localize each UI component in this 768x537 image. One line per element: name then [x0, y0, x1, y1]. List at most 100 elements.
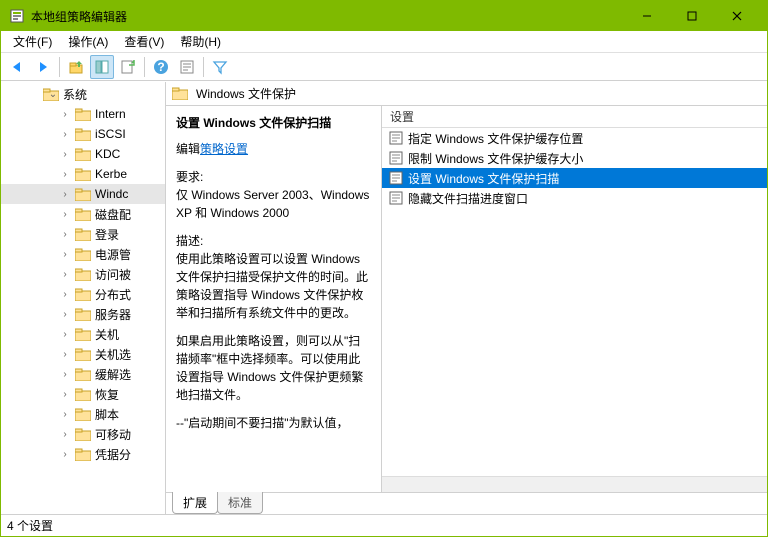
tree-item[interactable]: › 脚本 [1, 404, 165, 424]
expand-icon[interactable]: › [59, 129, 71, 140]
separator [203, 57, 204, 77]
tree-label: 凭据分 [95, 446, 131, 463]
tree-item-system[interactable]: ⌄ 系统 [1, 84, 165, 104]
folder-icon [75, 247, 91, 261]
expand-icon[interactable]: › [59, 169, 71, 180]
tree-item[interactable]: ›登录 [1, 224, 165, 244]
window-title: 本地组策略编辑器 [31, 8, 624, 25]
expand-icon[interactable]: › [59, 109, 71, 120]
expand-icon[interactable]: › [59, 249, 71, 260]
folder-icon [75, 147, 91, 161]
policy-icon [388, 130, 404, 146]
expand-icon[interactable]: › [59, 409, 71, 420]
expand-icon[interactable]: › [59, 329, 71, 340]
statusbar: 4 个设置 [1, 514, 767, 536]
tree-label: KDC [95, 147, 120, 161]
list-item[interactable]: 指定 Windows 文件保护缓存位置 [382, 128, 767, 148]
tree-label: 可移动 [95, 426, 131, 443]
up-button[interactable] [64, 55, 88, 79]
minimize-button[interactable] [624, 1, 669, 31]
tree-item[interactable]: ›访问被 [1, 264, 165, 284]
tree-item[interactable]: ›分布式 [1, 284, 165, 304]
tree-item[interactable]: › KDC [1, 144, 165, 164]
expand-icon[interactable]: › [59, 369, 71, 380]
folder-icon [75, 327, 91, 341]
folder-icon [75, 387, 91, 401]
forward-button[interactable] [31, 55, 55, 79]
folder-icon [75, 347, 91, 361]
menu-help[interactable]: 帮助(H) [172, 31, 229, 52]
tree-item[interactable]: ›Windc [1, 184, 165, 204]
tree-item[interactable]: ›Intern [1, 104, 165, 124]
tree-item[interactable]: › 关机 [1, 324, 165, 344]
expand-icon[interactable]: › [59, 149, 71, 160]
folder-icon [75, 127, 91, 141]
collapse-icon[interactable]: ⌄ [47, 89, 59, 100]
folder-icon [75, 367, 91, 381]
tree-label: 系统 [63, 86, 87, 103]
separator [59, 57, 60, 77]
expand-icon[interactable]: › [59, 209, 71, 220]
tree-pane[interactable]: ⌄系统›Intern›iSCSI›KDC›Kerbe›Windc›磁盘配›登录›… [1, 82, 166, 514]
tree-item[interactable]: › 关机选 [1, 344, 165, 364]
menu-action[interactable]: 操作(A) [60, 31, 116, 52]
policy-title: 设置 Windows 文件保护扫描 [176, 114, 371, 132]
tree-item[interactable]: › Kerbe [1, 164, 165, 184]
menu-file[interactable]: 文件(F) [5, 31, 60, 52]
export-button[interactable] [116, 55, 140, 79]
properties-button[interactable] [175, 55, 199, 79]
tree-item[interactable]: ›磁盘配 [1, 204, 165, 224]
folder-icon [75, 207, 91, 221]
folder-icon [75, 227, 91, 241]
list-item-label: 指定 Windows 文件保护缓存位置 [408, 130, 583, 147]
tree-item[interactable]: › 电源管 [1, 244, 165, 264]
tree-label: 恢复 [95, 386, 119, 403]
tree-item[interactable]: ›服务器 [1, 304, 165, 324]
tree-item[interactable]: › 可移动 [1, 424, 165, 444]
tree-label: 关机 [95, 326, 119, 343]
tree-label: 电源管 [95, 246, 131, 263]
tree-label: 脚本 [95, 406, 119, 423]
tree-item[interactable]: ›缓解选 [1, 364, 165, 384]
show-hide-tree-button[interactable] [90, 55, 114, 79]
menu-view[interactable]: 查看(V) [116, 31, 172, 52]
tab-extended[interactable]: 扩展 [172, 492, 218, 514]
expand-icon[interactable]: › [59, 189, 71, 200]
maximize-button[interactable] [669, 1, 714, 31]
policy-setting-link[interactable]: 策略设置 [200, 142, 248, 156]
tree-item[interactable]: › 恢复 [1, 384, 165, 404]
list-item[interactable]: 隐藏文件扫描进度窗口 [382, 188, 767, 208]
policy-icon [388, 170, 404, 186]
expand-icon[interactable]: › [59, 389, 71, 400]
status-text: 4 个设置 [7, 517, 53, 534]
help-button[interactable]: ? [149, 55, 173, 79]
close-button[interactable] [714, 1, 759, 31]
requirements: 要求:仅 Windows Server 2003、Windows XP 和 Wi… [176, 168, 371, 222]
toolbar: ? [1, 53, 767, 81]
list-header[interactable]: 设置 [382, 106, 767, 128]
tree-label: 关机选 [95, 346, 131, 363]
tree-item[interactable]: › iSCSI [1, 124, 165, 144]
filter-button[interactable] [208, 55, 232, 79]
tree-item[interactable]: › 凭据分 [1, 444, 165, 464]
horizontal-scrollbar[interactable] [382, 476, 767, 492]
description-pane: 设置 Windows 文件保护扫描 编辑策略设置 要求:仅 Windows Se… [166, 106, 382, 492]
folder-icon [75, 407, 91, 421]
expand-icon[interactable]: › [59, 269, 71, 280]
expand-icon[interactable]: › [59, 229, 71, 240]
expand-icon[interactable]: › [59, 449, 71, 460]
tree-label: Kerbe [95, 167, 127, 181]
expand-icon[interactable]: › [59, 309, 71, 320]
tree-label: iSCSI [95, 127, 126, 141]
list-item[interactable]: 设置 Windows 文件保护扫描 [382, 168, 767, 188]
description-para2: 如果启用此策略设置，则可以从"扫描频率"框中选择频率。可以使用此设置指导 Win… [176, 332, 371, 404]
tabs: 扩展 标准 [166, 492, 767, 514]
list-item[interactable]: 限制 Windows 文件保护缓存大小 [382, 148, 767, 168]
expand-icon[interactable]: › [59, 289, 71, 300]
expand-icon[interactable]: › [59, 349, 71, 360]
expand-icon[interactable]: › [59, 429, 71, 440]
tab-standard[interactable]: 标准 [217, 492, 263, 514]
back-button[interactable] [5, 55, 29, 79]
titlebar: 本地组策略编辑器 [1, 1, 767, 31]
list-item-label: 限制 Windows 文件保护缓存大小 [408, 150, 583, 167]
